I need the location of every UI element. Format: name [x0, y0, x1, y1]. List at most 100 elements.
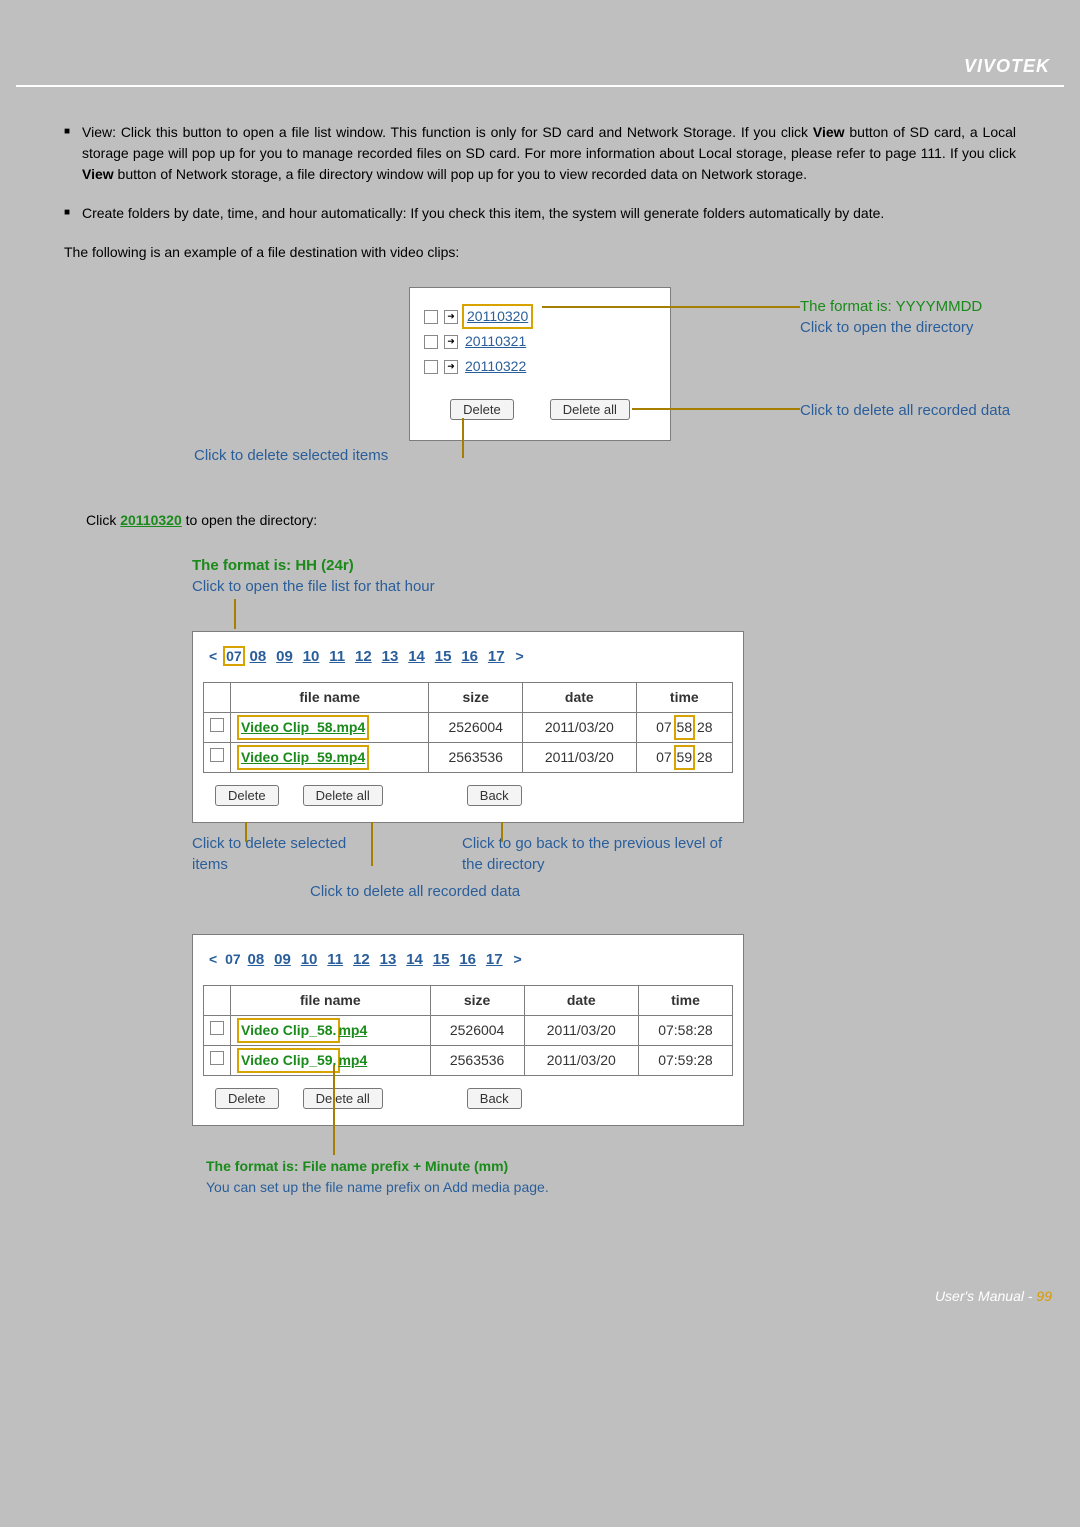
open-dir-sentence: Click 20110320 to open the directory: [86, 510, 1016, 531]
cell-date: 2011/03/20 [523, 743, 637, 773]
callout-line [245, 822, 247, 842]
file-link[interactable]: Video Clip_58.mp4 [239, 1022, 367, 1038]
hour-link[interactable]: 11 [329, 648, 345, 665]
hour-link[interactable]: 12 [353, 951, 370, 968]
expand-icon[interactable]: ➜ [444, 310, 458, 324]
dir-row: ➜ 20110320 [424, 306, 656, 327]
hour-bar: < 07 08 09 10 11 12 13 14 15 16 17 > [193, 646, 743, 683]
col-date: date [523, 683, 637, 713]
col-time: time [636, 683, 732, 713]
cell-size: 2526004 [429, 713, 523, 743]
cell-time: 07:59:28 [638, 1046, 732, 1076]
dir-link-20110322[interactable]: 20110322 [464, 356, 527, 377]
bullet-autofolders: Create folders by date, time, and hour a… [64, 203, 1016, 224]
delete-button[interactable]: Delete [450, 399, 514, 420]
hour-link[interactable]: 08 [250, 648, 267, 665]
next-arrow[interactable]: > [512, 648, 528, 664]
figure-directory: ➜ 20110320 ➜ 20110321 ➜ 20110322 Delete … [64, 287, 1016, 441]
hour-link[interactable]: 12 [355, 648, 372, 665]
checkbox[interactable] [424, 360, 438, 374]
callout-line [333, 1065, 335, 1155]
callout-line [501, 822, 503, 842]
cell-time: 07:58:28 [638, 1016, 732, 1046]
file-list-box-2: < 07 08 09 10 11 12 13 14 15 16 17 > [192, 934, 744, 1127]
checkbox[interactable] [210, 1021, 224, 1035]
dir-row: ➜ 20110322 [424, 356, 656, 377]
file-link[interactable]: Video Clip_59.mp4 [239, 1052, 367, 1068]
table-row: Video Clip_59.mp4 2563536 2011/03/20 07:… [204, 1046, 733, 1076]
callout-line [462, 418, 464, 458]
table-row: Video Clip_59.mp4 2563536 2011/03/20 07 … [204, 743, 733, 773]
hour-link[interactable]: 17 [486, 951, 503, 968]
hour-link[interactable]: 15 [433, 951, 450, 968]
cell-date: 2011/03/20 [524, 1046, 638, 1076]
cell-size: 2526004 [430, 1016, 524, 1046]
hour-link[interactable]: 13 [382, 648, 399, 665]
hour-link[interactable]: 13 [380, 951, 397, 968]
back-button[interactable]: Back [467, 785, 522, 806]
col-size: size [429, 683, 523, 713]
link-20110320[interactable]: 20110320 [120, 512, 182, 528]
annotation-back: Click to go back to the previous level o… [462, 833, 742, 875]
annotation-hh-format: The format is: HH (24r) Click to open th… [192, 555, 1016, 597]
expand-icon[interactable]: ➜ [444, 335, 458, 349]
cell-time: 07 58 28 [636, 713, 732, 743]
hour-link[interactable]: 14 [408, 648, 425, 665]
directory-box: ➜ 20110320 ➜ 20110321 ➜ 20110322 Delete … [409, 287, 671, 441]
prev-arrow[interactable]: < [205, 951, 221, 967]
hour-link[interactable]: 10 [303, 648, 320, 665]
bullet-view: View: Click this button to open a file l… [64, 122, 1016, 185]
cell-time: 07 59 28 [636, 743, 732, 773]
annotation-mm-format: The format is: File name prefix + Minute… [206, 1156, 1016, 1198]
hour-link[interactable]: 09 [276, 648, 293, 665]
delete-button[interactable]: Delete [215, 785, 279, 806]
cell-date: 2011/03/20 [524, 1016, 638, 1046]
brand-logo: VIVOTEK [964, 56, 1050, 77]
table-row: Video Clip_58.mp4 2526004 2011/03/20 07 … [204, 713, 733, 743]
file-table: file name size date time Video Clip_58.m… [203, 682, 733, 773]
delete-all-button[interactable]: Delete all [550, 399, 630, 420]
delete-all-button[interactable]: Delete all [303, 1088, 383, 1109]
col-filename: file name [231, 986, 431, 1016]
prev-arrow[interactable]: < [205, 648, 221, 664]
hour-link[interactable]: 08 [248, 951, 265, 968]
hour-link[interactable]: 10 [301, 951, 318, 968]
file-table: file name size date time Video Clip_58.m… [203, 985, 733, 1076]
annotation-row-2: Click to delete selected items Click to … [192, 833, 752, 875]
hour-07[interactable]: 07 [226, 648, 242, 664]
delete-all-button[interactable]: Delete all [303, 785, 383, 806]
cell-size: 2563536 [429, 743, 523, 773]
cell-size: 2563536 [430, 1046, 524, 1076]
callout-line [371, 822, 373, 866]
col-date: date [524, 986, 638, 1016]
hour-link[interactable]: 11 [327, 951, 343, 968]
annotation-delete-selected-2: Click to delete selected items [192, 833, 372, 875]
hour-link[interactable]: 09 [274, 951, 291, 968]
dir-row: ➜ 20110321 [424, 331, 656, 352]
checkbox[interactable] [210, 1051, 224, 1065]
hour-link[interactable]: 15 [435, 648, 452, 665]
next-arrow[interactable]: > [510, 951, 526, 967]
table-row: Video Clip_58.mp4 2526004 2011/03/20 07:… [204, 1016, 733, 1046]
delete-button[interactable]: Delete [215, 1088, 279, 1109]
callout-line [632, 408, 800, 410]
file-list-box-1: < 07 08 09 10 11 12 13 14 15 16 17 > [192, 631, 744, 824]
file-link[interactable]: Video Clip_58.mp4 [241, 719, 365, 735]
col-filename: file name [231, 683, 429, 713]
hour-07[interactable]: 07 [225, 951, 241, 967]
dir-link-20110320[interactable]: 20110320 [466, 308, 529, 324]
hour-link[interactable]: 16 [459, 951, 476, 968]
file-link[interactable]: Video Clip_59.mp4 [241, 749, 365, 765]
back-button[interactable]: Back [467, 1088, 522, 1109]
hour-link[interactable]: 17 [488, 648, 505, 665]
checkbox[interactable] [424, 335, 438, 349]
hour-link[interactable]: 16 [461, 648, 478, 665]
checkbox[interactable] [424, 310, 438, 324]
dir-link-20110321[interactable]: 20110321 [464, 331, 527, 352]
hour-link[interactable]: 14 [406, 951, 423, 968]
expand-icon[interactable]: ➜ [444, 360, 458, 374]
checkbox[interactable] [210, 718, 224, 732]
header-rule [16, 85, 1064, 87]
col-size: size [430, 986, 524, 1016]
checkbox[interactable] [210, 748, 224, 762]
